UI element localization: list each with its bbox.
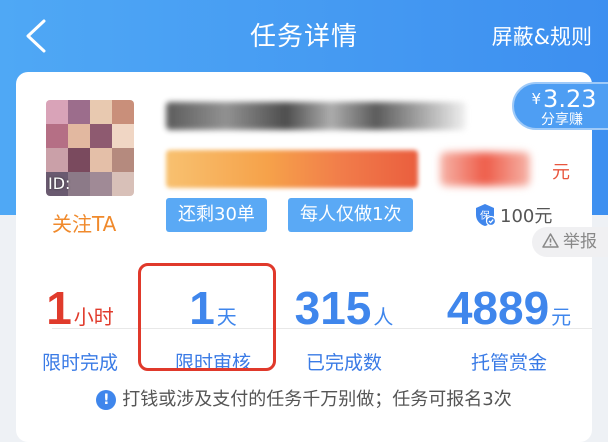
- report-label: 举报: [563, 232, 597, 252]
- notice-text: 打钱或涉及支付的任务千万别做；任务可报名3次: [122, 389, 512, 410]
- task-price-blurred: [440, 152, 530, 186]
- review-time-highlight: [138, 263, 276, 371]
- stat-unit: 小时: [73, 307, 114, 329]
- warning-icon: [542, 233, 559, 248]
- stat-completion-time: 1 小时 限时完成: [36, 282, 124, 375]
- currency-symbol: ¥: [531, 90, 542, 108]
- task-title-blurred: [166, 102, 466, 130]
- stat-escrow-reward: 4889 元 托管赏金: [434, 282, 584, 375]
- follow-button[interactable]: 关注TA: [52, 208, 116, 237]
- stat-value: 1: [46, 282, 72, 334]
- stat-label: 托管赏金: [470, 352, 547, 374]
- deposit-amount: 100元: [500, 206, 553, 227]
- stat-value: 315: [294, 282, 372, 334]
- shield-icon: 保: [476, 204, 496, 227]
- price-unit: 元: [552, 162, 570, 183]
- stat-completed-count: 315 人 已完成数: [284, 282, 404, 375]
- stat-unit: 人: [373, 307, 394, 329]
- share-label: 分享赚: [541, 112, 583, 128]
- stat-label: 已完成数: [305, 352, 382, 374]
- remaining-orders-tag: 还剩30单: [166, 198, 267, 232]
- once-per-person-tag: 每人仅做1次: [288, 198, 414, 232]
- task-tags-blurred: [166, 150, 418, 188]
- report-button[interactable]: 举报: [532, 227, 608, 257]
- share-earn-badge[interactable]: ¥3.23 分享赚: [512, 82, 608, 130]
- stat-value: 4889: [446, 282, 550, 334]
- block-rules-link[interactable]: 屏蔽&规则: [492, 21, 592, 51]
- share-amount: 3.23: [543, 85, 597, 113]
- stat-unit: 元: [551, 307, 572, 329]
- notice-bar: ! 打钱或涉及支付的任务千万别做；任务可报名3次: [0, 385, 608, 411]
- deposit-info: 保 100元: [474, 202, 552, 228]
- stat-label: 限时完成: [41, 352, 118, 374]
- info-icon: !: [96, 390, 117, 410]
- user-id-label: ID:: [48, 174, 71, 193]
